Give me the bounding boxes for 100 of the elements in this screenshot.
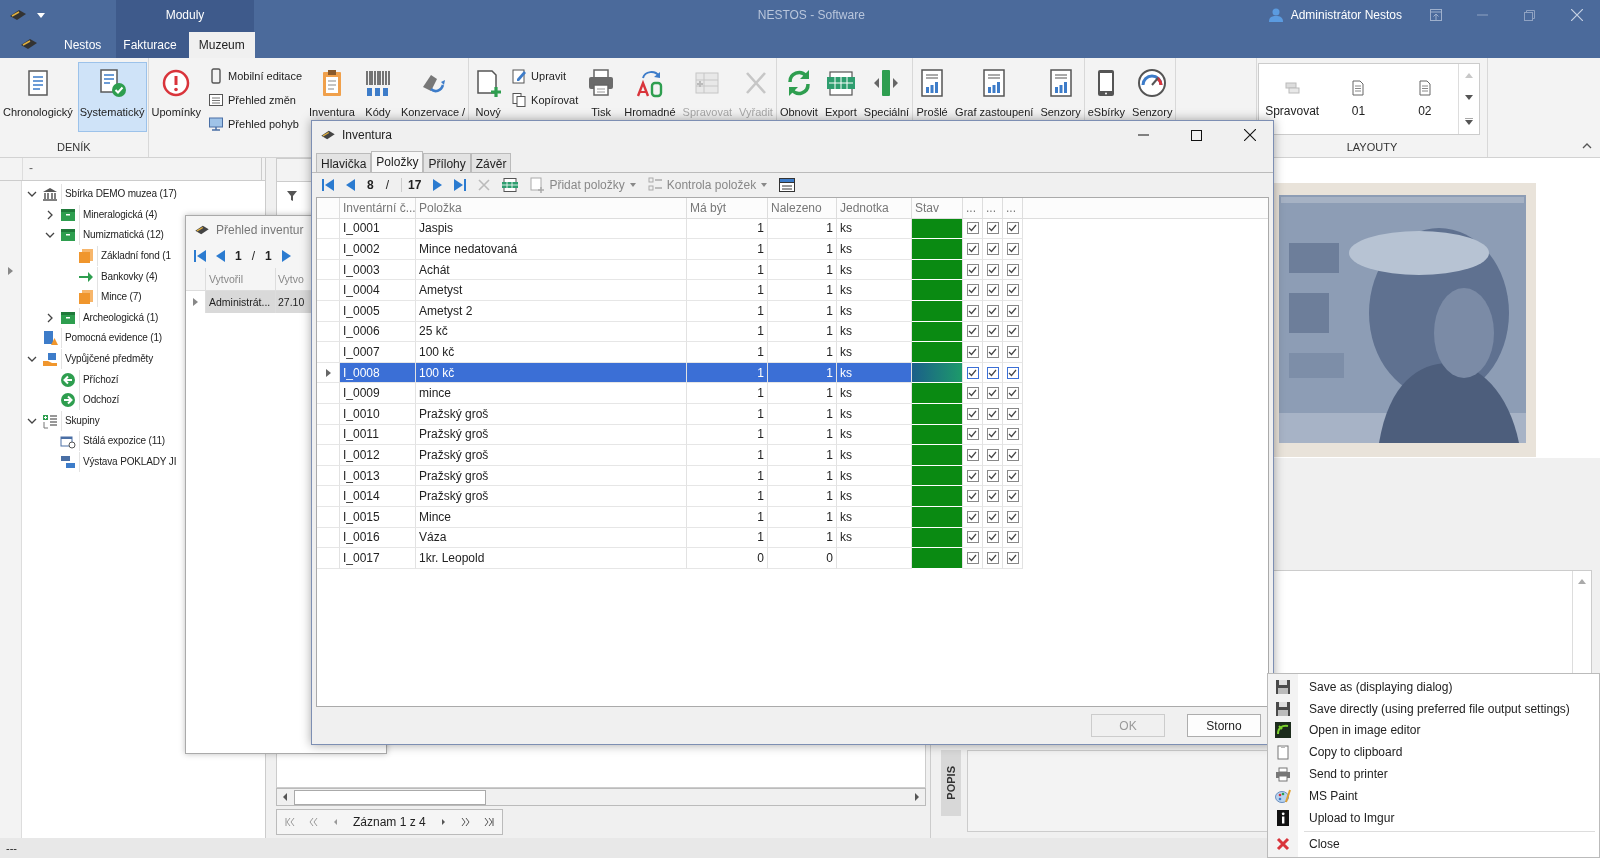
- dialog-button[interactable]: Storno: [1187, 714, 1261, 737]
- tree-item[interactable]: Mineralogická (4): [79, 204, 159, 225]
- checkbox[interactable]: [966, 366, 979, 379]
- table-cell[interactable]: 1: [687, 280, 768, 301]
- table-cell[interactable]: 1: [687, 465, 768, 487]
- checkbox[interactable]: [966, 469, 979, 482]
- chevron-icon[interactable]: [45, 312, 55, 323]
- column-header[interactable]: Stav: [912, 198, 963, 219]
- column-header[interactable]: Má být: [687, 198, 768, 219]
- layout-icon[interactable]: [779, 178, 796, 192]
- tab[interactable]: Přílohy: [423, 153, 471, 172]
- checkbox[interactable]: [986, 366, 999, 379]
- table-cell[interactable]: 1: [687, 362, 768, 384]
- table-cell[interactable]: I_0017: [340, 548, 416, 569]
- checkbox[interactable]: [986, 531, 999, 544]
- table-cell[interactable]: I_0005: [340, 300, 416, 322]
- previous-icon[interactable]: [216, 250, 225, 262]
- checkbox[interactable]: [966, 263, 979, 276]
- checkbox[interactable]: [966, 304, 979, 317]
- table-cell[interactable]: I_0009: [340, 383, 416, 404]
- ribbon-button[interactable]: Konzervace /: [398, 62, 468, 132]
- table-cell[interactable]: I_0002: [340, 239, 416, 260]
- previous-icon[interactable]: [346, 179, 355, 191]
- table-cell[interactable]: 1: [768, 259, 837, 281]
- ribbon-button[interactable]: Mobilní editace: [206, 64, 305, 88]
- table-cell[interactable]: I_0003: [340, 259, 416, 281]
- tree-item[interactable]: Výstava POKLADY JI: [79, 452, 178, 472]
- app-icon[interactable]: [9, 9, 27, 21]
- table-cell[interactable]: 1: [768, 465, 837, 487]
- table-cell[interactable]: 1: [768, 424, 837, 446]
- more-icon[interactable]: [1465, 118, 1473, 126]
- checkbox[interactable]: [1006, 407, 1019, 420]
- table-cell[interactable]: 1: [768, 506, 837, 528]
- table-cell[interactable]: 0: [687, 548, 768, 569]
- checkbox[interactable]: [966, 243, 979, 255]
- checkbox[interactable]: [986, 407, 999, 420]
- column-header[interactable]: -: [23, 158, 262, 180]
- table-cell[interactable]: Pražský groš: [416, 424, 687, 446]
- checkbox[interactable]: [966, 222, 979, 235]
- first-icon[interactable]: [322, 179, 334, 191]
- next-icon[interactable]: [433, 179, 443, 191]
- tree-item[interactable]: Archeologická (1): [79, 307, 160, 328]
- checkbox[interactable]: [966, 510, 979, 523]
- table-cell[interactable]: I_0014: [340, 486, 416, 507]
- modules-label[interactable]: Moduly: [165, 8, 205, 22]
- checkbox[interactable]: [1006, 345, 1019, 358]
- table-cell[interactable]: Pražský groš: [416, 486, 687, 507]
- table-cell[interactable]: 1: [768, 342, 837, 363]
- user-name[interactable]: Administrátor Nestos: [1290, 8, 1402, 22]
- last-icon[interactable]: [454, 179, 467, 191]
- previous-icon[interactable]: [333, 818, 339, 826]
- checkbox[interactable]: [986, 448, 999, 461]
- ribbon-button[interactable]: Přehled pohyb: [206, 112, 305, 136]
- table-cell[interactable]: Ametyst: [416, 280, 687, 301]
- menu-item[interactable]: Save as (displaying dialog): [1268, 676, 1599, 698]
- menu-item[interactable]: Upload to Imgur: [1268, 806, 1599, 829]
- ribbon-button[interactable]: Nový: [470, 62, 507, 132]
- ribbon-button[interactable]: Prošlé: [914, 62, 951, 132]
- menu-item[interactable]: Send to printer: [1268, 763, 1599, 785]
- column-header[interactable]: Položka: [416, 198, 687, 219]
- tab[interactable]: Závěr: [470, 153, 512, 172]
- table-cell[interactable]: I_0001: [340, 218, 416, 240]
- table-cell[interactable]: I_0006: [340, 321, 416, 343]
- column-header[interactable]: Inventární č...: [340, 198, 416, 219]
- tree-item[interactable]: Sbírka DEMO muzea (17): [61, 184, 178, 205]
- table-cell[interactable]: Pražský groš: [416, 465, 687, 487]
- ribbon-button[interactable]: Obnovit: [777, 62, 820, 132]
- table-cell[interactable]: 1: [687, 321, 768, 343]
- table-cell[interactable]: 1: [687, 218, 768, 240]
- checkbox[interactable]: [986, 243, 999, 255]
- table-cell[interactable]: I_0012: [340, 445, 416, 466]
- table-cell[interactable]: 1: [768, 280, 837, 301]
- ribbon-tab[interactable]: Muzeum: [188, 32, 255, 58]
- table-cell[interactable]: 1: [687, 300, 768, 322]
- table-cell[interactable]: ks: [837, 362, 912, 384]
- gallery-item[interactable]: 01: [1325, 64, 1392, 134]
- tree-item[interactable]: Stálá expozice (11): [79, 431, 166, 452]
- ribbon-button[interactable]: Upomínky: [149, 62, 204, 132]
- next-icon[interactable]: [439, 818, 446, 826]
- column-header[interactable]: Jednotka: [837, 198, 912, 219]
- ribbon-button[interactable]: Graf zastoupení: [953, 62, 1036, 132]
- checkbox[interactable]: [966, 428, 979, 441]
- ribbon-button[interactable]: Senzory: [1038, 62, 1083, 132]
- column-header[interactable]: Nalezeno: [768, 198, 837, 219]
- table-cell[interactable]: Jaspis: [416, 218, 687, 240]
- table-cell[interactable]: 1: [768, 486, 837, 507]
- maximize-icon[interactable]: [1191, 129, 1202, 141]
- checkbox[interactable]: [1006, 469, 1019, 482]
- table-cell[interactable]: 1: [768, 445, 837, 466]
- table-cell[interactable]: Mince nedatovaná: [416, 239, 687, 260]
- checkbox[interactable]: [1006, 551, 1019, 564]
- ribbon-button[interactable]: Přehled změn: [206, 88, 305, 112]
- ribbon-tab[interactable]: Fakturace: [113, 32, 187, 58]
- table-cell[interactable]: 1kr. Leopold: [416, 548, 687, 569]
- ribbon-tab[interactable]: Nestos: [54, 32, 112, 58]
- table-cell[interactable]: Pražský groš: [416, 445, 687, 466]
- table-cell[interactable]: I_0007: [340, 342, 416, 363]
- table-cell[interactable]: 25 kč: [416, 321, 687, 343]
- checkbox[interactable]: [986, 551, 999, 564]
- table-cell[interactable]: 1: [687, 259, 768, 281]
